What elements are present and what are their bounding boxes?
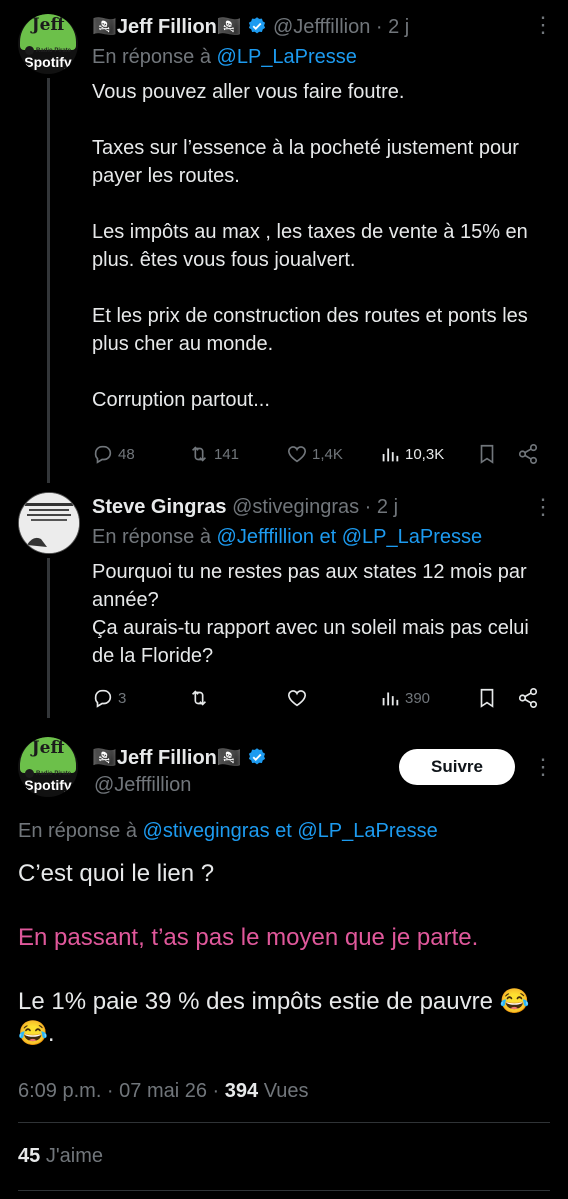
tweet-paragraph: Le 1% paie 39 % des impôts estie de pauv… bbox=[18, 988, 530, 1047]
like-button[interactable]: 1,4K bbox=[286, 443, 343, 465]
reply-context: En réponse à @stivegingras et @LP_LaPres… bbox=[18, 820, 438, 842]
tweet-paragraph: C’est quoi le lien ? bbox=[18, 860, 215, 887]
avatar[interactable] bbox=[18, 492, 80, 554]
likes-count: 45 bbox=[18, 1145, 41, 1167]
reply-icon bbox=[94, 689, 112, 708]
reply-button[interactable]: 48 bbox=[92, 443, 135, 465]
reply-button[interactable]: 3 bbox=[92, 687, 126, 709]
views-button[interactable]: 10,3K bbox=[379, 443, 444, 465]
tweet-paragraph: Taxes sur l’essence à la pocheté justeme… bbox=[92, 137, 519, 187]
tweet-paragraph-highlighted: En passant, t’as pas le moyen que je par… bbox=[18, 924, 479, 951]
author-handle[interactable]: @stivegingras bbox=[232, 496, 359, 518]
avatar[interactable]: Jeff Radio Pirate Spotify bbox=[18, 737, 78, 797]
heart-icon bbox=[287, 690, 307, 707]
views-count: 394 bbox=[224, 1080, 259, 1102]
like-count: 1,4K bbox=[312, 445, 343, 463]
verified-badge-icon bbox=[249, 748, 266, 765]
views-count: 390 bbox=[405, 689, 431, 707]
author-name[interactable]: Steve Gingras bbox=[92, 496, 227, 518]
reply-icon bbox=[94, 445, 112, 464]
tweet-time[interactable]: · 2 j bbox=[376, 16, 409, 38]
avatar-title: Jeff bbox=[31, 15, 65, 35]
author-handle[interactable]: @Jefffillion bbox=[94, 772, 191, 798]
reply-to-link[interactable]: @Jefffillion et @LP_LaPresse bbox=[217, 526, 483, 548]
follow-button[interactable]: Suivre bbox=[399, 749, 515, 785]
repost-icon bbox=[191, 446, 207, 462]
tweet-header: 🏴‍☠️Jeff Fillion🏴‍☠️ @Jefffillion · 2 j bbox=[92, 14, 409, 40]
tweet-paragraph: Et les prix de construction des routes e… bbox=[92, 305, 528, 355]
tweet-meta: 6:09 p.m. · 07 mai 26 · 394 Vues bbox=[18, 1078, 309, 1104]
avatar-title: Jeff bbox=[31, 738, 65, 758]
like-button[interactable] bbox=[286, 687, 308, 709]
avatar-platform-label: Spotify bbox=[24, 777, 72, 793]
author-handle[interactable]: @Jefffillion bbox=[273, 16, 370, 38]
avatar[interactable]: Jeff Radio Pirate Spotify bbox=[18, 14, 78, 74]
views-button[interactable]: 390 bbox=[379, 687, 430, 709]
avatar-image bbox=[19, 493, 79, 553]
author-name[interactable]: 🏴‍☠️Jeff Fillion🏴‍☠️ bbox=[92, 747, 242, 769]
divider bbox=[18, 1122, 550, 1123]
more-options-icon[interactable]: ⋮ bbox=[532, 14, 554, 36]
bookmark-icon[interactable] bbox=[476, 443, 498, 465]
share-icon[interactable] bbox=[517, 443, 539, 465]
tweet-text: Vous pouvez aller vous faire foutre. Tax… bbox=[92, 78, 552, 414]
reply-count: 48 bbox=[118, 445, 135, 463]
thread-line bbox=[47, 558, 50, 718]
tweet-timestamp[interactable]: 6:09 p.m. · 07 mai 26 · bbox=[18, 1080, 219, 1102]
tweet-header: 🏴‍☠️Jeff Fillion🏴‍☠️ bbox=[92, 745, 267, 771]
reply-count: 3 bbox=[118, 689, 127, 707]
repost-count: 141 bbox=[214, 445, 240, 463]
likes-summary[interactable]: 45 J'aime bbox=[18, 1143, 103, 1169]
reply-to-link[interactable]: @stivegingras et @LP_LaPresse bbox=[143, 820, 438, 842]
reply-context: En réponse à @LP_LaPresse bbox=[92, 46, 357, 68]
repost-button[interactable] bbox=[188, 687, 210, 709]
heart-icon bbox=[287, 446, 307, 463]
share-icon[interactable] bbox=[517, 687, 539, 709]
more-options-icon[interactable]: ⋮ bbox=[532, 496, 554, 518]
verified-badge-icon bbox=[249, 17, 266, 34]
views-count: 10,3K bbox=[405, 445, 445, 463]
tweet-time[interactable]: · 2 j bbox=[365, 496, 398, 518]
repost-button[interactable]: 141 bbox=[188, 443, 239, 465]
tweet-text: C’est quoi le lien ? En passant, t’as pa… bbox=[18, 858, 553, 1050]
tweet-paragraph: Vous pouvez aller vous faire foutre. bbox=[92, 81, 405, 103]
views-chart-icon bbox=[382, 692, 399, 706]
tweet-header: Steve Gingras @stivegingras · 2 j bbox=[92, 494, 398, 520]
reply-context: En réponse à @Jefffillion et @LP_LaPress… bbox=[92, 526, 483, 548]
views-chart-icon bbox=[382, 448, 399, 462]
jeff-logo-badge: Jeff Radio Pirate bbox=[20, 14, 76, 55]
repost-icon bbox=[191, 690, 207, 706]
tweet-paragraph: Ça aurais-tu rapport avec un soleil mais… bbox=[92, 617, 529, 667]
jeff-logo-badge: Jeff Radio Pirate bbox=[20, 737, 76, 778]
avatar-platform-label: Spotify bbox=[24, 54, 72, 70]
tweet-text: Pourquoi tu ne restes pas aux states 12 … bbox=[92, 558, 552, 670]
thread-line bbox=[47, 78, 50, 483]
more-options-icon[interactable]: ⋮ bbox=[532, 756, 554, 778]
bookmark-icon[interactable] bbox=[476, 687, 498, 709]
likes-label: J'aime bbox=[45, 1145, 103, 1167]
tweet-paragraph: Corruption partout... bbox=[92, 389, 270, 411]
tweet-paragraph: Les impôts au max , les taxes de vente à… bbox=[92, 221, 528, 271]
views-label: Vues bbox=[263, 1080, 309, 1102]
author-name[interactable]: 🏴‍☠️Jeff Fillion🏴‍☠️ bbox=[92, 16, 242, 38]
divider bbox=[18, 1190, 550, 1191]
reply-to-link[interactable]: @LP_LaPresse bbox=[217, 46, 357, 68]
tweet-paragraph: Pourquoi tu ne restes pas aux states 12 … bbox=[92, 561, 527, 611]
